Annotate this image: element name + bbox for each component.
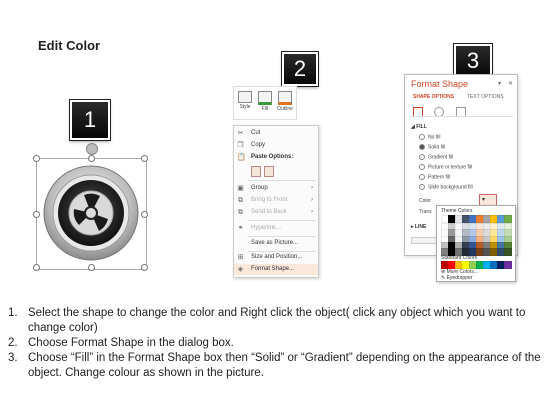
radio-pattern-fill[interactable]: Pattern fill — [419, 174, 450, 180]
radio-picture-fill[interactable]: Picture or texture fill — [419, 164, 472, 170]
menu-item-cut[interactable]: ✂ Cut — [234, 128, 318, 139]
radio-gradient-fill[interactable]: Gradient fill — [419, 154, 453, 160]
paint-bucket-icon: ▾ — [482, 197, 486, 203]
pane-category-icons — [413, 104, 473, 117]
chevron-down-icon[interactable]: ▾ — [498, 80, 501, 87]
menu-item-copy[interactable]: ❐ Copy — [234, 140, 318, 151]
menu-item-save-as-picture[interactable]: Save as Picture... — [234, 238, 318, 249]
resize-handle[interactable] — [33, 264, 40, 271]
paste-icon: 📋 — [237, 154, 246, 161]
context-menu: ✂ Cut ❐ Copy 📋 Paste Options: ▣ Group › … — [233, 125, 319, 278]
chevron-right-icon: › — [311, 185, 313, 191]
resize-handle[interactable] — [88, 264, 95, 271]
menu-item-format-shape[interactable]: ◈ Format Shape... — [234, 264, 318, 275]
format-shape-icon: ◈ — [237, 266, 244, 273]
send-back-icon: ⧉ — [238, 209, 243, 216]
paste-keep-format-icon[interactable] — [251, 166, 261, 177]
resize-handle[interactable] — [33, 155, 40, 162]
color-swatch[interactable] — [504, 261, 512, 269]
instructions-list: 1. Select the shape to change the color … — [8, 306, 553, 381]
fan-button-icon — [43, 165, 139, 261]
menu-item-hyperlink[interactable]: ⚭ Hyperlink... — [234, 223, 318, 234]
outline-pen-icon — [278, 91, 292, 105]
color-swatch[interactable] — [504, 248, 512, 256]
pane-title: Format Shape — [411, 79, 469, 89]
resize-handle[interactable] — [141, 264, 148, 271]
close-icon[interactable]: ✕ — [508, 80, 513, 87]
save-picture-icon — [237, 240, 244, 247]
cut-icon: ✂ — [237, 130, 244, 137]
style-button[interactable]: Style — [236, 89, 254, 117]
line-section-header[interactable]: ▸ LINE — [411, 224, 426, 230]
page-title: Edit Color — [38, 38, 101, 53]
step-2-badge: 2 — [282, 52, 318, 86]
menu-item-size-and-position[interactable]: ⊞ Size and Position... — [234, 252, 318, 263]
resize-handle[interactable] — [141, 211, 148, 218]
rotate-handle[interactable] — [86, 143, 98, 155]
radio-solid-fill[interactable]: Solid fill — [419, 144, 445, 150]
outline-label: Outline — [277, 106, 293, 112]
copy-icon: ❐ — [237, 142, 244, 149]
menu-item-group[interactable]: ▣ Group › — [234, 183, 318, 194]
mini-toolbar: Style Fill Outline — [233, 86, 297, 120]
resize-handle[interactable] — [141, 155, 148, 162]
resize-handle[interactable] — [33, 211, 40, 218]
menu-item-paste-options[interactable]: 📋 Paste Options: — [234, 152, 318, 163]
radio-slide-background-fill[interactable]: Slide background fill — [419, 184, 473, 190]
instruction-step-1: 1. Select the shape to change the color … — [8, 307, 526, 334]
fill-label: Fill — [261, 106, 269, 112]
instruction-step-3: 3. Choose “Fill” in the Format Shape box… — [8, 352, 541, 379]
menu-item-bring-to-front[interactable]: ⧉ Bring to Front › — [234, 195, 318, 206]
resize-handle[interactable] — [88, 155, 95, 162]
chevron-right-icon: › — [311, 209, 313, 215]
transparency-label: Trans — [419, 209, 432, 215]
tab-text-options[interactable]: TEXT OPTIONS — [467, 94, 504, 100]
bring-front-icon: ⧉ — [238, 197, 243, 204]
fill-button[interactable]: Fill — [256, 89, 274, 117]
hyperlink-icon: ⚭ — [237, 225, 244, 232]
theme-colors-label: Theme Colors — [441, 208, 473, 214]
step-3-badge: 3 — [454, 44, 492, 78]
group-icon: ▣ — [237, 185, 244, 192]
size-position-icon: ⊞ — [237, 254, 244, 261]
outline-button[interactable]: Outline — [276, 89, 294, 117]
tab-shape-options[interactable]: SHAPE OPTIONS — [413, 94, 454, 100]
eyedropper-option[interactable]: ✎ Eyedropper — [441, 275, 472, 281]
color-label: Color — [419, 198, 431, 204]
radio-no-fill[interactable]: No fill — [419, 134, 441, 140]
style-icon — [238, 91, 252, 103]
paste-picture-icon[interactable] — [264, 166, 274, 177]
color-swatch[interactable] — [504, 215, 512, 223]
fill-bucket-icon — [258, 91, 272, 105]
chevron-right-icon: › — [311, 197, 313, 203]
instruction-step-2: 2. Choose Format Shape in the dialog box… — [8, 337, 234, 349]
menu-item-send-to-back[interactable]: ⧉ Send to Back › — [234, 207, 318, 218]
style-label: Style — [239, 104, 251, 110]
fill-section-header[interactable]: ◢ FILL — [411, 124, 427, 130]
step-1-badge: 1 — [70, 100, 110, 140]
color-palette-dropdown: Theme Colors Standard Colors ⊕ More Colo… — [436, 205, 516, 282]
selected-shape[interactable] — [33, 155, 148, 271]
